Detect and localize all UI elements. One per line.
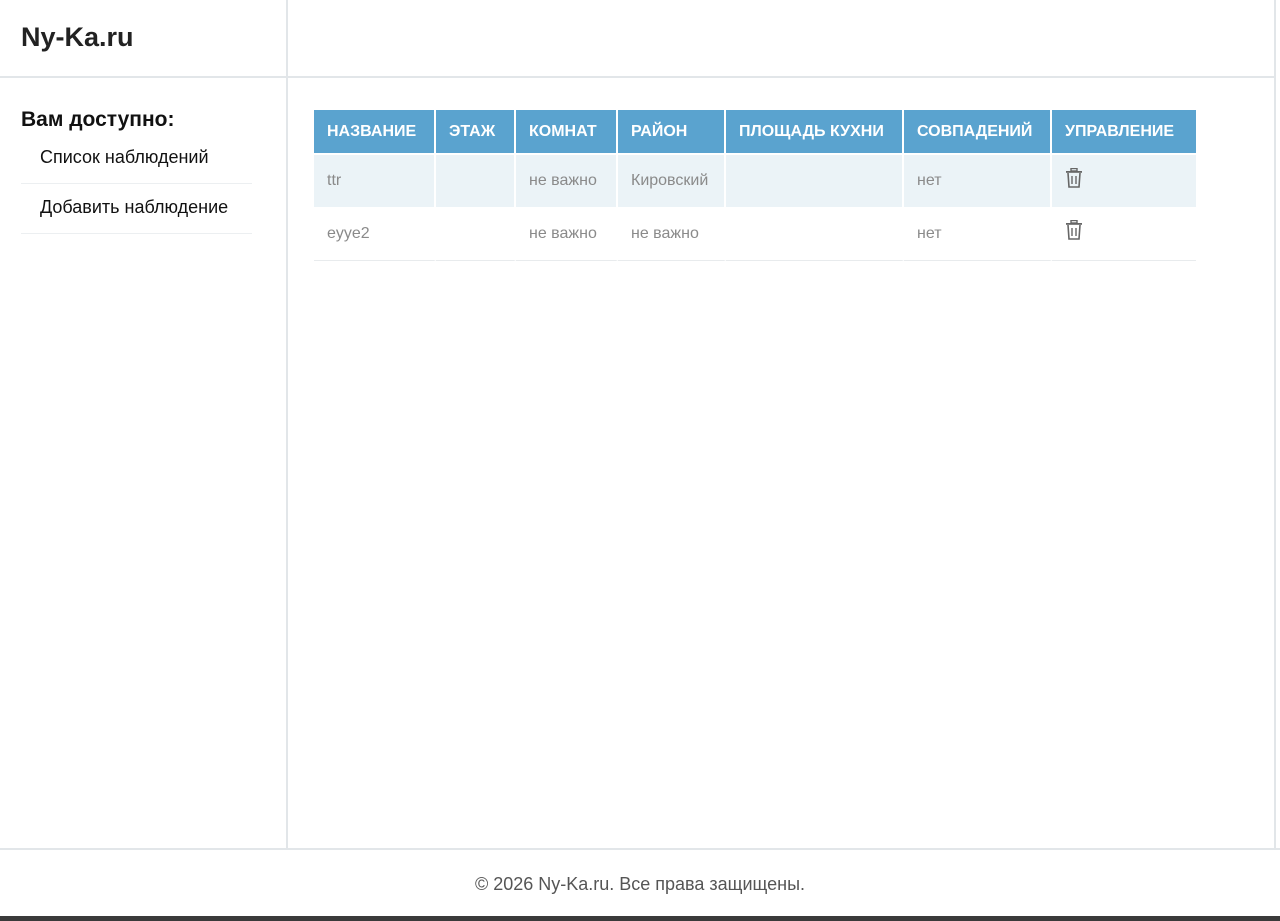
column-header-name[interactable]: НАЗВАНИЕ: [314, 110, 436, 153]
trash-icon[interactable]: [1065, 167, 1083, 188]
cell-district: Кировский: [618, 153, 726, 207]
sidebar-title: Вам доступно:: [21, 108, 175, 131]
copyright-text: © 2026 Ny-Ka.ru. Все права защищены.: [474, 874, 806, 894]
column-header-floor[interactable]: ЭТАЖ: [436, 110, 516, 153]
cell-district: не важно: [618, 207, 726, 261]
sidebar-divider: [286, 78, 288, 848]
site-header: Ny-Ka.ru: [0, 0, 1274, 78]
sidebar-nav: Список наблюдений Добавить наблюдение: [21, 134, 252, 234]
sidebar-item-observation-list[interactable]: Список наблюдений: [21, 134, 252, 184]
cell-floor: [436, 207, 516, 261]
cell-actions: [1052, 207, 1196, 261]
site-logo[interactable]: Ny-Ka.ru: [21, 22, 134, 53]
cell-kitchen-area: [726, 207, 904, 261]
cell-floor: [436, 153, 516, 207]
sidebar-item-add-observation[interactable]: Добавить наблюдение: [21, 184, 252, 234]
header-divider: [286, 0, 288, 78]
table-row[interactable]: eyye2 не важно не важно нет: [314, 207, 1196, 261]
column-header-rooms[interactable]: КОМНАТ: [516, 110, 618, 153]
sidebar: Вам доступно: Список наблюдений Добавить…: [0, 78, 286, 848]
observations-table: НАЗВАНИЕ ЭТАЖ КОМНАТ РАЙОН ПЛОЩАДЬ КУХНИ…: [314, 110, 1196, 261]
column-header-matches[interactable]: СОВПАДЕНИЙ: [904, 110, 1052, 153]
column-header-district[interactable]: РАЙОН: [618, 110, 726, 153]
cell-name: eyye2: [314, 207, 436, 261]
right-border: [1274, 0, 1276, 848]
site-footer: © 2026 Ny-Ka.ru. Все права защищены.: [0, 848, 1280, 916]
column-header-actions: УПРАВЛЕНИЕ: [1052, 110, 1196, 153]
window-bottom-edge: [0, 916, 1280, 921]
column-header-kitchen-area[interactable]: ПЛОЩАДЬ КУХНИ: [726, 110, 904, 153]
trash-icon[interactable]: [1065, 220, 1083, 241]
cell-name: ttr: [314, 153, 436, 207]
cell-actions: [1052, 153, 1196, 207]
cell-matches: нет: [904, 207, 1052, 261]
table-row[interactable]: ttr не важно Кировский нет: [314, 153, 1196, 207]
cell-rooms: не важно: [516, 207, 618, 261]
cell-kitchen-area: [726, 153, 904, 207]
table-header-row: НАЗВАНИЕ ЭТАЖ КОМНАТ РАЙОН ПЛОЩАДЬ КУХНИ…: [314, 110, 1196, 153]
page: Ny-Ka.ru Вам доступно: Список наблюдений…: [0, 0, 1280, 921]
cell-rooms: не важно: [516, 153, 618, 207]
cell-matches: нет: [904, 153, 1052, 207]
main-content: НАЗВАНИЕ ЭТАЖ КОМНАТ РАЙОН ПЛОЩАДЬ КУХНИ…: [314, 110, 1196, 261]
